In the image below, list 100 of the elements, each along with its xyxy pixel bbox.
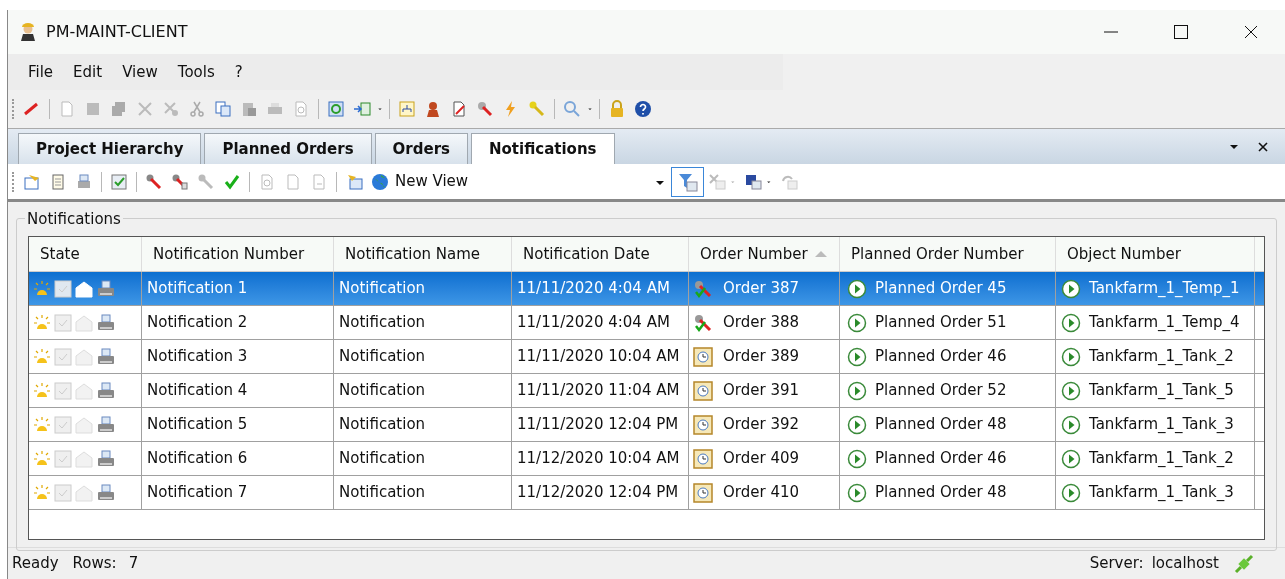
remove-filter-icon[interactable]	[708, 172, 726, 191]
server-name: localhost	[1151, 553, 1219, 575]
table-cell-text: Notification 3	[147, 346, 248, 368]
wrench-document-icon[interactable]	[171, 172, 189, 191]
column-header[interactable]: Object Number	[1056, 237, 1255, 271]
table-cell-text: Tankfarm_1_Tank_2	[1089, 346, 1234, 368]
wrench-icon[interactable]	[145, 172, 163, 191]
save-layout-icon[interactable]	[744, 172, 762, 191]
menu-item[interactable]: ?	[226, 60, 251, 84]
bulb-icon	[33, 381, 51, 400]
table-cell-text: Notification	[339, 278, 426, 300]
table-cell-text: Notification 6	[147, 448, 248, 470]
notepad-icon[interactable]	[49, 172, 67, 191]
globe-icon[interactable]	[371, 172, 389, 191]
play-icon	[847, 482, 867, 503]
tab[interactable]: Notifications	[470, 133, 615, 164]
checkbox-icon[interactable]	[110, 172, 128, 191]
checkmark-icon[interactable]	[223, 172, 241, 191]
server-label: Server:	[1089, 553, 1144, 575]
document-search-icon[interactable]	[258, 172, 276, 191]
table-cell-text: Notification 5	[147, 414, 248, 436]
printer-icon	[96, 279, 116, 298]
worker-icon	[18, 22, 38, 42]
column-header[interactable]: Order Number	[689, 237, 840, 271]
print-preview-icon[interactable]	[292, 100, 310, 118]
table-row[interactable]: Notification 5 Notification 11/11/2020 12:04 PM Order 392 Planned Order 48 Tankfarm_1_Tank_3	[29, 408, 1264, 442]
checkbox-icon	[54, 347, 72, 366]
tab[interactable]: Orders	[374, 133, 468, 164]
bulb-icon	[33, 449, 51, 468]
help-icon[interactable]	[634, 100, 652, 118]
maximize-icon[interactable]	[1173, 24, 1189, 40]
printer-icon	[96, 347, 116, 366]
lock-icon[interactable]	[608, 100, 626, 118]
table-cell-text: 11/11/2020 4:04 AM	[517, 312, 670, 334]
column-header[interactable]: Planned Order Number	[840, 237, 1056, 271]
tools-document-icon[interactable]	[450, 100, 468, 118]
table-cell-text: Tankfarm_1_Tank_3	[1089, 482, 1234, 504]
envelope-icon	[75, 415, 93, 434]
table-cell-text: Order 388	[723, 312, 800, 334]
new-document-icon[interactable]	[58, 100, 76, 118]
export-spreadsheet-icon[interactable]	[353, 100, 371, 118]
delete-icon[interactable]	[136, 100, 154, 118]
document-icon[interactable]	[284, 172, 302, 191]
filter-icon	[677, 171, 698, 192]
table-cell-text: Notification 1	[147, 278, 248, 300]
play-icon	[847, 448, 867, 469]
column-header[interactable]: Notification Name	[334, 237, 512, 271]
play-icon	[847, 414, 867, 435]
play-icon	[1061, 380, 1081, 401]
tab[interactable]: Planned Orders	[204, 133, 372, 164]
hierarchy-icon[interactable]	[398, 100, 416, 118]
table-cell-text: 11/12/2020 12:04 PM	[517, 482, 679, 504]
menu-item[interactable]: Tools	[169, 60, 223, 84]
play-icon	[847, 380, 867, 401]
wrench-icon[interactable]	[476, 100, 494, 118]
table-row[interactable]: Notification 2 Notification 11/11/2020 4:04 AM Order 388 Planned Order 51 Tankfarm_1_Temp_4	[29, 306, 1264, 340]
table-row[interactable]: Notification 4 Notification 11/11/2020 11:04 AM Order 391 Planned Order 52 Tankfarm_1_Tank_5	[29, 374, 1264, 408]
clock-icon	[693, 414, 713, 435]
cut-icon[interactable]	[188, 100, 206, 118]
menu-item[interactable]: Edit	[65, 60, 111, 84]
table-row[interactable]: Notification 3 Notification 11/11/2020 10:04 AM Order 389 Planned Order 46 Tankfarm_1_Tank_2	[29, 340, 1264, 374]
table-cell-text: Notification	[339, 482, 426, 504]
table-row[interactable]: Notification 6 Notification 11/12/2020 10:04 AM Order 409 Planned Order 46 Tankfarm_1_Tank_2	[29, 442, 1264, 476]
table-cell-text: Order 409	[723, 448, 800, 470]
copy-icon[interactable]	[214, 100, 232, 118]
envelope-icon	[75, 313, 93, 332]
table-row[interactable]: Notification 7 Notification 11/12/2020 12:04 PM Order 410 Planned Order 48 Tankfarm_1_Tank_3	[29, 476, 1264, 510]
printer-icon	[96, 313, 116, 332]
key-icon[interactable]	[528, 100, 546, 118]
table-cell-text: Tankfarm_1_Tank_2	[1089, 448, 1234, 470]
column-header[interactable]: Notification Date	[512, 237, 689, 271]
document-export-icon[interactable]	[310, 172, 328, 191]
column-header[interactable]: State	[29, 237, 142, 271]
table-cell-text: Order 389	[723, 346, 800, 368]
table-cell-text: 11/12/2020 10:04 AM	[517, 448, 680, 470]
checkbox-icon	[54, 415, 72, 434]
worker-icon[interactable]	[424, 100, 442, 118]
close-icon[interactable]	[1243, 24, 1259, 40]
table-icon[interactable]	[345, 172, 363, 191]
table-cell-text: Tankfarm_1_Tank_5	[1089, 380, 1234, 402]
menu-item[interactable]: View	[114, 60, 166, 84]
properties-icon[interactable]	[23, 172, 41, 191]
tab[interactable]: Project Hierarchy	[18, 133, 202, 164]
clock-icon	[693, 346, 713, 367]
delete-item-icon[interactable]	[162, 100, 180, 118]
refresh-icon[interactable]	[327, 100, 345, 118]
print-document-icon[interactable]	[75, 172, 93, 191]
view-selector[interactable]: New View	[395, 170, 655, 193]
search-icon[interactable]	[563, 100, 581, 118]
close-icon[interactable]	[1257, 141, 1269, 153]
checkbox-icon	[54, 483, 72, 502]
table-cell-text: Tankfarm_1_Temp_1	[1089, 278, 1240, 300]
menu-item[interactable]: File	[20, 60, 62, 84]
table-cell-text: 11/11/2020 11:04 AM	[517, 380, 680, 402]
table-row[interactable]: Notification 1 Notification 11/11/2020 4:04 AM Order 387 Planned Order 45 Tankfarm_1_Temp_1	[29, 272, 1264, 306]
play-icon	[1061, 414, 1081, 435]
table-cell-text: Order 387	[723, 278, 800, 300]
filter-button[interactable]	[671, 166, 704, 197]
column-header[interactable]: Notification Number	[142, 237, 334, 271]
table-cell-text: Planned Order 51	[875, 312, 1007, 334]
